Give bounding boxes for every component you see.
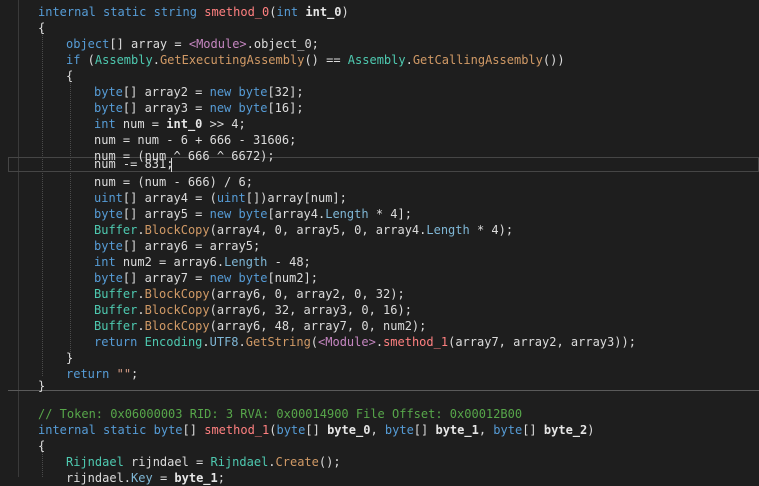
code-line-9: num = num - 6 + 666 - 31606; [94,133,297,147]
text-cursor [171,158,172,172]
code-line-21: Buffer.BlockCopy(array6, 48, array7, 0, … [94,319,427,333]
code-line-7: byte[] array3 = new byte[16]; [94,101,304,115]
code-line-8: int num = int_0 >> 4; [94,117,246,131]
code-line-23: } [66,351,74,365]
code-line-13: uint[] array4 = (uint[])array[num]; [94,191,347,205]
method-separator [8,390,759,391]
code-line-19: Buffer.BlockCopy(array6, 0, array2, 0, 3… [94,287,405,301]
code-line-17: int num2 = array6.Length - 48; [94,255,311,269]
code-line-15: Buffer.BlockCopy(array4, 0, array5, 0, a… [94,223,514,237]
code-line-30: rijndael.Key = byte_1; [66,471,225,485]
code-line-27: internal static byte[] smethod_1(byte[] … [38,423,595,437]
code-line-2: { [38,21,46,35]
code-line-12: num = (num - 666) / 6; [94,175,253,189]
indent-guide [70,78,71,360]
indent-guide [42,30,43,376]
method-name-smethod-1: smethod_1 [204,423,270,437]
code-line-24: return ""; [66,367,139,381]
code-line-1: internal static string smethod_0(int int… [38,5,349,19]
code-line-28: { [38,439,46,453]
code-line-22: return Encoding.UTF8.GetString(<Module>.… [94,335,636,349]
code-line-20: Buffer.BlockCopy(array6, 32, array3, 0, … [94,303,412,317]
method-name-smethod-0: smethod_0 [204,5,270,19]
gutter-divider [18,0,19,477]
code-line-4: if (Assembly.GetExecutingAssembly() == A… [66,53,565,67]
code-line-6: byte[] array2 = new byte[32]; [94,85,304,99]
code-editor[interactable]: internal static string smethod_0(int int… [0,0,759,485]
code-line-11: num -= 831; [94,157,174,171]
code-line-29: Rijndael rijndael = Rijndael.Create(); [66,455,341,469]
code-line-3: object[] array = <Module>.object_0; [66,37,319,51]
token-comment: // Token: 0x06000003 RID: 3 RVA: 0x00014… [38,407,523,421]
code-line-25: } [38,379,46,393]
code-line-14: byte[] array5 = new byte[array4.Length *… [94,207,412,221]
code-line-16: byte[] array6 = array5; [94,239,261,253]
code-line-5: { [66,69,74,83]
code-line-18: byte[] array7 = new byte[num2]; [94,271,319,285]
